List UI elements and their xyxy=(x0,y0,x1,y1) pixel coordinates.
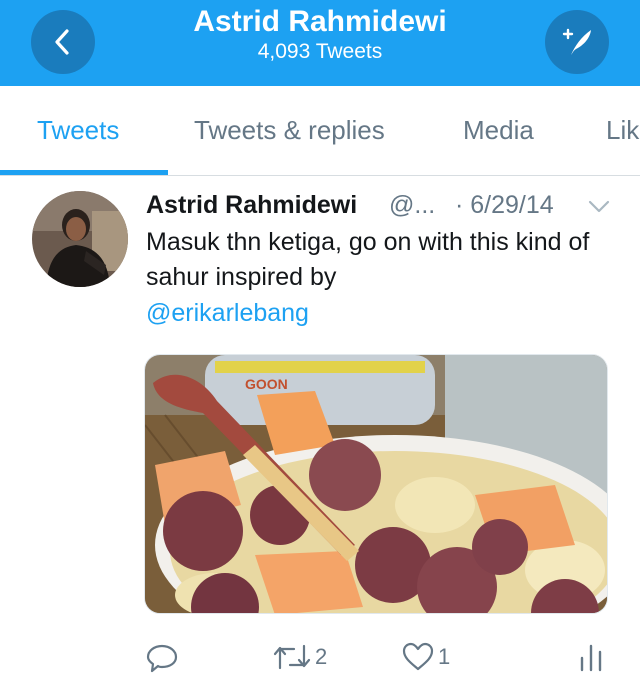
tab-likes[interactable]: Lik xyxy=(606,114,639,146)
chevron-down-icon[interactable] xyxy=(587,196,611,216)
retweet-button[interactable]: 2 xyxy=(272,640,327,674)
analytics-icon xyxy=(580,644,602,672)
heart-icon xyxy=(402,642,434,671)
reply-button[interactable] xyxy=(145,640,182,674)
tweet-author-name[interactable]: Astrid Rahmidewi xyxy=(146,190,357,220)
tweet-media-image[interactable]: GOON xyxy=(144,354,608,614)
retweet-count: 2 xyxy=(315,644,328,669)
compose-tweet-icon xyxy=(562,28,591,55)
tab-media[interactable]: Media xyxy=(463,114,534,146)
tweet-actions: 2 1 xyxy=(0,636,640,680)
like-count: 1 xyxy=(438,644,451,669)
tab-tweets-and-replies[interactable]: Tweets & replies xyxy=(194,114,385,146)
tweet-date: · 6/29/14 xyxy=(455,191,554,219)
tweet-count: 4,093 Tweets xyxy=(257,40,383,63)
tweet-text: Masuk thn ketiga, go on with this kind o… xyxy=(146,228,590,291)
profile-header: Astrid Rahmidewi 4,093 Tweets xyxy=(0,0,640,86)
like-button[interactable]: 1 xyxy=(401,640,450,674)
svg-text:GOON: GOON xyxy=(245,376,288,392)
tweet-mention-link[interactable]: @erikarlebang xyxy=(146,296,309,331)
profile-name-title: Astrid Rahmidewi xyxy=(193,5,447,38)
reply-icon xyxy=(146,644,178,673)
profile-tabs: Tweets Tweets & replies Media Lik xyxy=(0,86,640,176)
tab-tweets[interactable]: Tweets xyxy=(37,114,119,146)
analytics-button[interactable] xyxy=(576,640,606,674)
retweet-icon xyxy=(273,644,311,670)
avatar[interactable] xyxy=(32,191,128,287)
active-tab-indicator xyxy=(0,170,168,175)
compose-button[interactable] xyxy=(545,10,609,74)
tweet-author-handle[interactable]: @... xyxy=(389,190,435,220)
